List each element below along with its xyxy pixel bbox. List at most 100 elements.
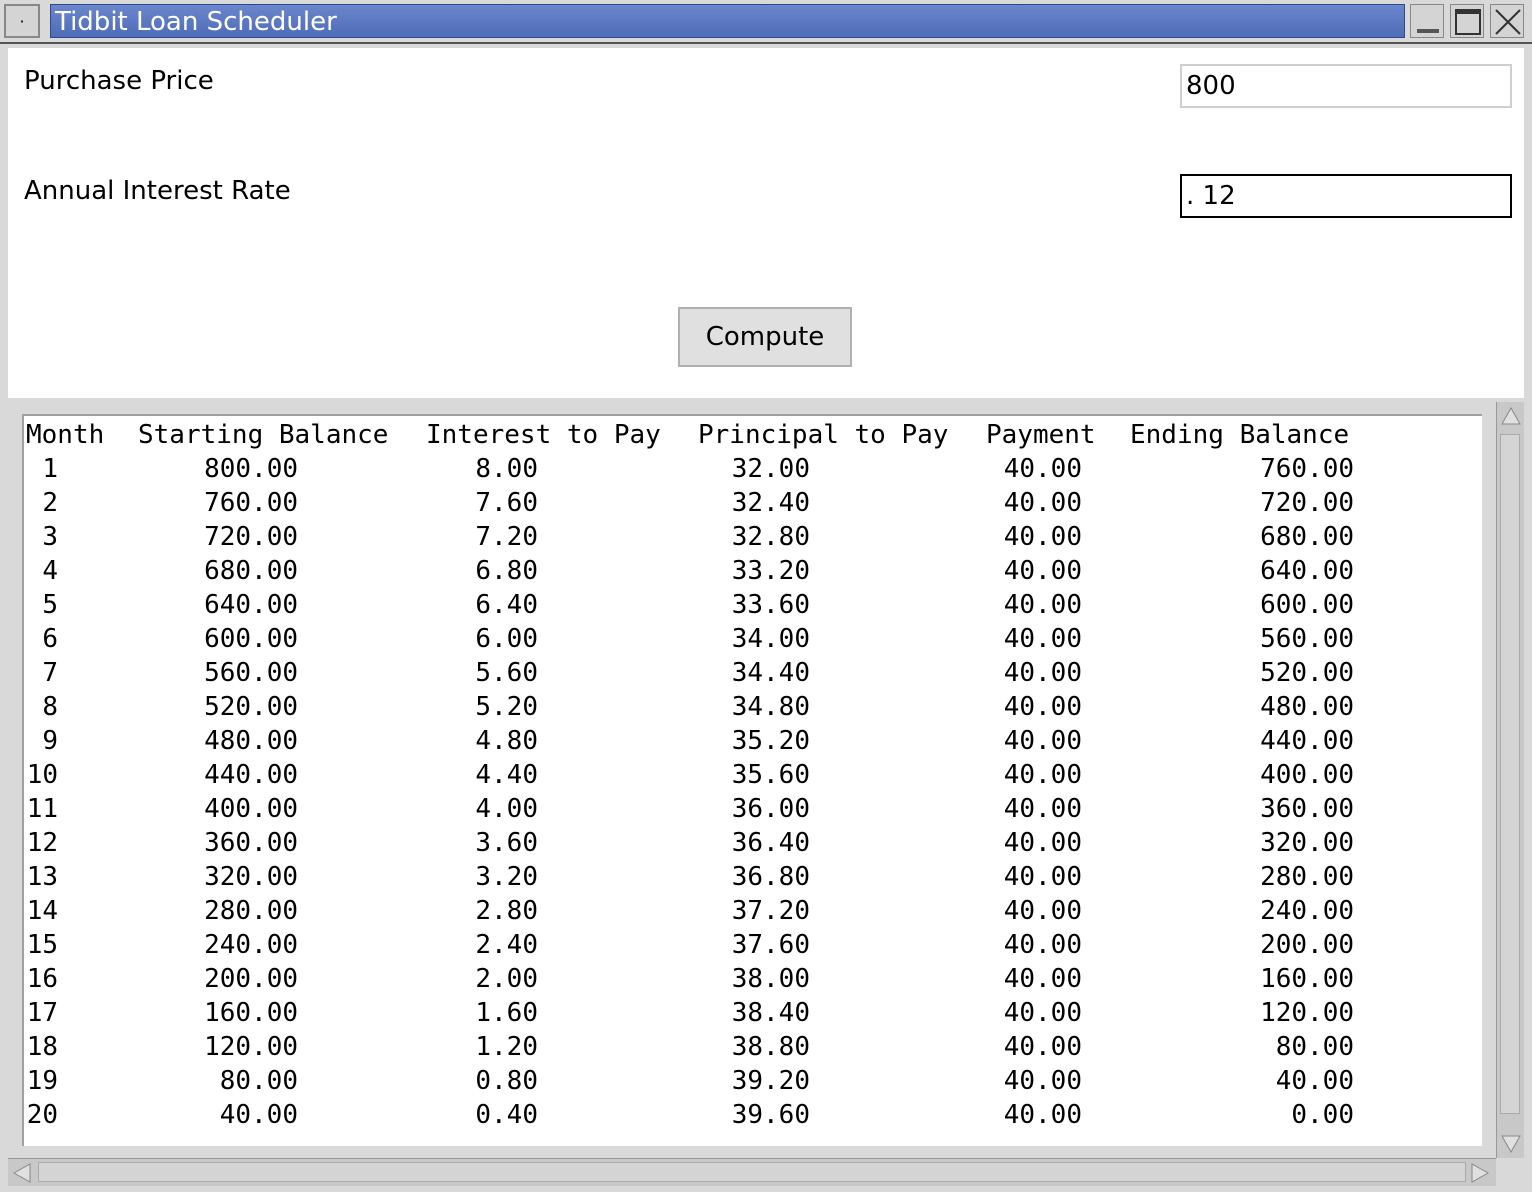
cell-ending-balance: 520.00: [1260, 658, 1354, 688]
cell-payment: 40.00: [1003, 1032, 1082, 1062]
cell-principal-to-pay: 38.40: [731, 998, 810, 1028]
cell-month: 7: [42, 658, 58, 688]
schedule-row: 19 80.00 0.80 39.20 40.00 40.00: [24, 1064, 1482, 1098]
vertical-scroll-thumb[interactable]: [1500, 434, 1520, 1114]
cell-month: 11: [26, 794, 58, 824]
title-bar: · Tidbit Loan Scheduler: [0, 0, 1532, 44]
cell-interest-to-pay: 5.20: [475, 692, 538, 722]
scroll-right-arrow-icon[interactable]: [1468, 1161, 1492, 1185]
cell-ending-balance: 640.00: [1260, 556, 1354, 586]
cell-payment: 40.00: [1003, 998, 1082, 1028]
cell-starting-balance: 240.00: [204, 930, 298, 960]
cell-interest-to-pay: 2.80: [475, 896, 538, 926]
cell-starting-balance: 360.00: [204, 828, 298, 858]
maximize-icon: [1455, 9, 1481, 35]
cell-ending-balance: 120.00: [1260, 998, 1354, 1028]
cell-interest-to-pay: 4.40: [475, 760, 538, 790]
cell-payment: 40.00: [1003, 590, 1082, 620]
cell-payment: 40.00: [1003, 454, 1082, 484]
purchase-price-input[interactable]: [1180, 64, 1512, 108]
scroll-down-arrow-icon[interactable]: [1499, 1132, 1523, 1156]
window-menu-button[interactable]: ·: [4, 4, 40, 38]
schedule-row: 12 360.00 3.60 36.40 40.00 320.00: [24, 826, 1482, 860]
cell-ending-balance: 560.00: [1260, 624, 1354, 654]
cell-interest-to-pay: 3.60: [475, 828, 538, 858]
cell-interest-to-pay: 6.00: [475, 624, 538, 654]
cell-interest-to-pay: 4.00: [475, 794, 538, 824]
cell-ending-balance: 200.00: [1260, 930, 1354, 960]
maximize-button[interactable]: [1450, 4, 1484, 38]
schedule-text-area[interactable]: Month Starting Balance Interest to Pay P…: [22, 414, 1482, 1146]
cell-principal-to-pay: 32.40: [731, 488, 810, 518]
scroll-left-arrow-icon[interactable]: [10, 1161, 34, 1185]
compute-button[interactable]: Compute: [678, 307, 852, 367]
cell-starting-balance: 400.00: [204, 794, 298, 824]
cell-principal-to-pay: 38.80: [731, 1032, 810, 1062]
schedule-row: 16 200.00 2.00 38.00 40.00 160.00: [24, 962, 1482, 996]
loan-scheduler-window: · Tidbit Loan Scheduler Purchase Price 8…: [0, 0, 1532, 1192]
cell-interest-to-pay: 2.40: [475, 930, 538, 960]
cell-month: 16: [26, 964, 58, 994]
minimize-button[interactable]: [1410, 4, 1444, 38]
header-payment: Payment: [986, 420, 1096, 450]
cell-starting-balance: 440.00: [204, 760, 298, 790]
schedule-row: 18 120.00 1.20 38.80 40.00 80.00: [24, 1030, 1482, 1064]
header-interest-to-pay: Interest to Pay: [426, 420, 661, 450]
cell-interest-to-pay: 3.20: [475, 862, 538, 892]
cell-ending-balance: 400.00: [1260, 760, 1354, 790]
cell-principal-to-pay: 32.80: [731, 522, 810, 552]
cell-principal-to-pay: 37.60: [731, 930, 810, 960]
cell-starting-balance: 720.00: [204, 522, 298, 552]
header-month: Month: [26, 420, 105, 450]
cell-ending-balance: 360.00: [1260, 794, 1354, 824]
cell-starting-balance: 160.00: [204, 998, 298, 1028]
cell-interest-to-pay: 5.60: [475, 658, 538, 688]
header-starting-balance: Starting Balance: [138, 420, 389, 450]
schedule-row: 3 720.00 7.20 32.80 40.00 680.00: [24, 520, 1482, 554]
interest-rate-input[interactable]: [1180, 174, 1512, 218]
cell-ending-balance: 480.00: [1260, 692, 1354, 722]
cell-payment: 40.00: [1003, 624, 1082, 654]
cell-interest-to-pay: 2.00: [475, 964, 538, 994]
cell-month: 12: [26, 828, 58, 858]
cell-interest-to-pay: 8.00: [475, 454, 538, 484]
cell-interest-to-pay: 1.20: [475, 1032, 538, 1062]
cell-payment: 40.00: [1003, 794, 1082, 824]
close-button[interactable]: [1490, 4, 1524, 38]
schedule-row: 15 240.00 2.40 37.60 40.00 200.00: [24, 928, 1482, 962]
cell-month: 6: [42, 624, 58, 654]
schedule-output-frame: Month Starting Balance Interest to Pay P…: [8, 402, 1494, 1154]
cell-payment: 40.00: [1003, 964, 1082, 994]
cell-interest-to-pay: 6.80: [475, 556, 538, 586]
minimize-icon: [1417, 29, 1439, 33]
cell-month: 5: [42, 590, 58, 620]
cell-starting-balance: 520.00: [204, 692, 298, 722]
cell-ending-balance: 440.00: [1260, 726, 1354, 756]
cell-month: 14: [26, 896, 58, 926]
cell-payment: 40.00: [1003, 896, 1082, 926]
cell-starting-balance: 40.00: [219, 1100, 298, 1130]
cell-starting-balance: 320.00: [204, 862, 298, 892]
cell-month: 9: [42, 726, 58, 756]
cell-principal-to-pay: 36.80: [731, 862, 810, 892]
horizontal-scroll-thumb[interactable]: [38, 1162, 1466, 1182]
horizontal-scrollbar[interactable]: [8, 1158, 1496, 1186]
scroll-up-arrow-icon[interactable]: [1499, 404, 1523, 428]
cell-principal-to-pay: 39.20: [731, 1066, 810, 1096]
cell-payment: 40.00: [1003, 1100, 1082, 1130]
schedule-row: 17 160.00 1.60 38.40 40.00 120.00: [24, 996, 1482, 1030]
header-ending-balance: Ending Balance: [1130, 420, 1350, 450]
cell-principal-to-pay: 33.20: [731, 556, 810, 586]
cell-payment: 40.00: [1003, 692, 1082, 722]
title-strip[interactable]: Tidbit Loan Scheduler: [50, 4, 1405, 38]
vertical-scrollbar[interactable]: [1496, 402, 1524, 1158]
cell-ending-balance: 720.00: [1260, 488, 1354, 518]
cell-month: 2: [42, 488, 58, 518]
cell-starting-balance: 200.00: [204, 964, 298, 994]
cell-principal-to-pay: 34.00: [731, 624, 810, 654]
cell-ending-balance: 160.00: [1260, 964, 1354, 994]
cell-month: 13: [26, 862, 58, 892]
cell-payment: 40.00: [1003, 828, 1082, 858]
cell-principal-to-pay: 36.40: [731, 828, 810, 858]
schedule-row: 8 520.00 5.20 34.80 40.00 480.00: [24, 690, 1482, 724]
